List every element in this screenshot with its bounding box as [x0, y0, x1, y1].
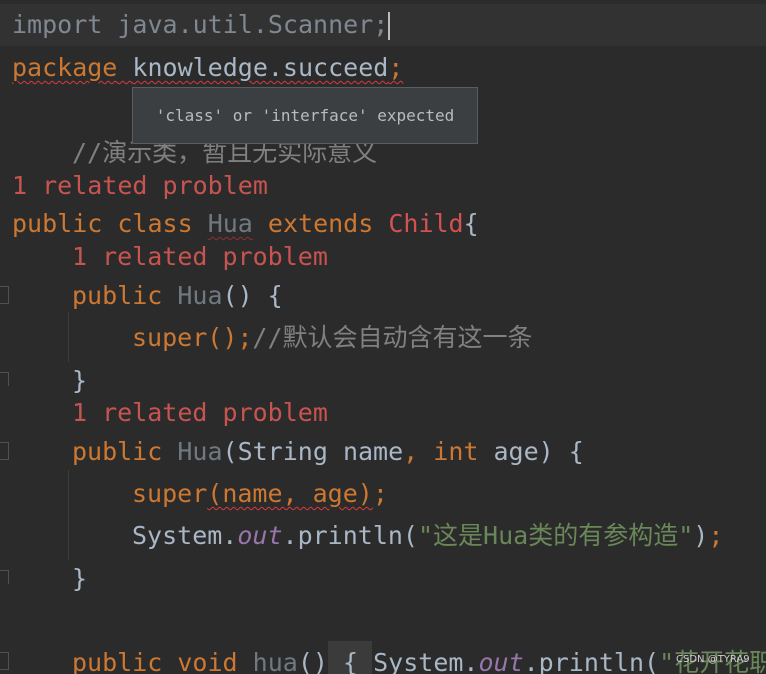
code-line-constructor[interactable]: public Hua(String name, int age) {: [72, 437, 584, 467]
code-line-close-brace[interactable]: }: [72, 366, 87, 396]
indent-guide: [68, 470, 69, 560]
related-problem-label: 1 related problem: [12, 171, 268, 200]
param-list: (String name: [222, 437, 404, 466]
parent-class-name: Child: [388, 209, 464, 238]
error-tooltip: 'class' or 'interface' expected: [132, 87, 478, 144]
method-params: (): [297, 648, 328, 674]
code-line-super-call[interactable]: super(name, age);: [132, 479, 388, 509]
code-line-close-brace[interactable]: }: [72, 564, 87, 594]
import-path: java.util.Scanner;: [102, 10, 389, 39]
close-brace: }: [72, 366, 88, 395]
related-problem-label: 1 related problem: [72, 242, 328, 271]
related-problem-label: 1 related problem: [72, 398, 328, 427]
open-brace: {: [342, 648, 359, 674]
text-caret: [388, 12, 391, 40]
system-class: System.: [373, 648, 479, 674]
constructor-name: Hua: [177, 281, 223, 310]
keyword-class: class: [117, 209, 193, 238]
watermark: CSDN @TYRA9: [676, 654, 750, 665]
related-problem-hint[interactable]: 1 related problem: [72, 242, 328, 272]
out-field: out: [478, 648, 524, 674]
fold-end-icon[interactable]: [0, 372, 9, 386]
string-literal: "这是Hua类的有参构造": [417, 521, 694, 550]
close-paren: ): [693, 521, 709, 550]
code-line-constructor[interactable]: public Hua() {: [72, 281, 283, 311]
code-line-class[interactable]: public class Hua extends Child{: [12, 209, 479, 239]
println-method: .println(: [523, 648, 660, 674]
keyword-public: public: [72, 648, 163, 674]
code-line-import[interactable]: import java.util.Scanner;: [12, 10, 391, 40]
code-line-println[interactable]: System.out.println("这是Hua类的有参构造");: [132, 521, 723, 551]
call-args: (name, age): [207, 479, 373, 508]
system-class: System.: [132, 521, 238, 550]
semicolon: ;: [708, 521, 724, 550]
keyword-extends: extends: [267, 209, 374, 238]
fold-marker-icon[interactable]: [0, 442, 9, 460]
constructor-params: () {: [222, 281, 283, 310]
semicolon: ;: [372, 479, 388, 508]
out-field: out: [237, 521, 283, 550]
comment-text: //默认会自动含有这一条: [252, 323, 533, 352]
related-problem-hint[interactable]: 1 related problem: [72, 398, 328, 428]
indent-guide: [68, 312, 69, 362]
related-problem-hint[interactable]: 1 related problem: [12, 171, 268, 201]
keyword-public: public: [12, 209, 103, 238]
code-line-package[interactable]: package knowledge.succeed;: [12, 53, 403, 83]
constructor-name: Hua: [177, 437, 223, 466]
keyword-super: super: [132, 323, 208, 352]
call-args: ();: [207, 323, 253, 352]
semicolon: ;: [388, 53, 404, 82]
code-line-super-call[interactable]: super();//默认会自动含有这一条: [132, 323, 533, 353]
keyword-super: super: [132, 479, 208, 508]
keyword-public: public: [72, 437, 163, 466]
fold-marker-icon[interactable]: [0, 652, 9, 670]
code-line-method[interactable]: public void hua() { System.out.println("…: [72, 648, 766, 674]
println-method: .println(: [282, 521, 418, 550]
fold-marker-icon[interactable]: [0, 286, 9, 304]
close-brace: }: [72, 564, 88, 593]
keyword-public: public: [72, 281, 163, 310]
method-name: hua: [252, 648, 298, 674]
keyword-import: import: [12, 10, 103, 39]
class-name: Hua: [207, 209, 253, 238]
param-list-end: age) {: [478, 437, 584, 466]
keyword-int: int: [433, 437, 479, 466]
package-name: knowledge.succeed: [132, 53, 389, 82]
keyword-void: void: [177, 648, 238, 674]
code-editor[interactable]: import java.util.Scanner; package knowle…: [0, 0, 766, 674]
open-brace: {: [463, 209, 479, 238]
tooltip-text: 'class' or 'interface' expected: [155, 106, 455, 125]
fold-end-icon[interactable]: [0, 570, 9, 584]
comma: ,: [403, 437, 419, 466]
keyword-package: package: [12, 53, 118, 82]
